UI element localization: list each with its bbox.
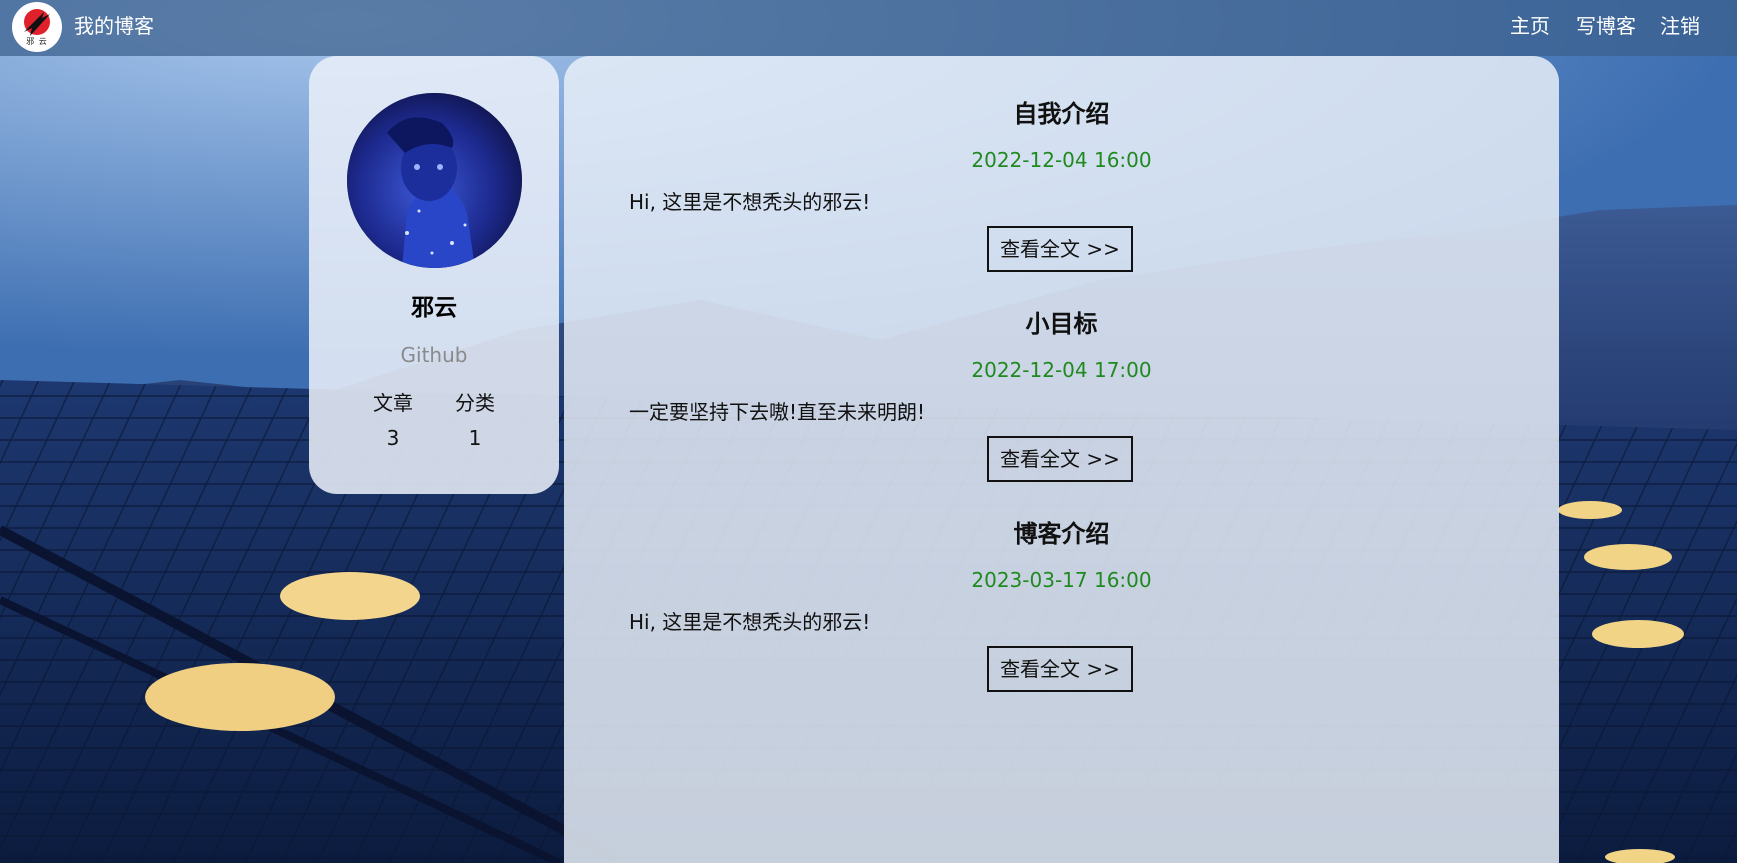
top-nav-bar: 邪 云 我的博客 主页 写博客 注销 (0, 0, 1737, 56)
brand-title: 我的博客 (74, 14, 154, 38)
site-logo[interactable]: 邪 云 (12, 2, 62, 52)
nav-link-home[interactable]: 主页 (1510, 12, 1550, 40)
blog-list-card: 自我介绍 2022-12-04 16:00 Hi, 这里是不想秃头的邪云! 查看… (564, 56, 1559, 863)
avatar-image (347, 93, 522, 268)
blog-post: 博客介绍 2023-03-17 16:00 Hi, 这里是不想秃头的邪云! 查看… (564, 514, 1559, 704)
post-title: 博客介绍 (1013, 520, 1110, 548)
profile-name: 邪云 (411, 295, 457, 321)
nav-link-write-blog[interactable]: 写博客 (1576, 12, 1636, 40)
post-date: 2022-12-04 16:00 (971, 148, 1152, 172)
github-link[interactable]: Github (309, 343, 559, 367)
profile-card: 邪云 Github 文章 分类 3 1 (309, 56, 559, 494)
post-summary: Hi, 这里是不想秃头的邪云! (629, 190, 871, 214)
blog-post: 自我介绍 2022-12-04 16:00 Hi, 这里是不想秃头的邪云! 查看… (564, 94, 1559, 284)
logo-text: 邪 云 (26, 37, 48, 46)
nav-link-logout[interactable]: 注销 (1660, 12, 1700, 40)
post-summary: Hi, 这里是不想秃头的邪云! (629, 610, 871, 634)
post-date: 2023-03-17 16:00 (971, 568, 1152, 592)
post-summary: 一定要坚持下去嗷!直至未来明朗! (629, 400, 926, 424)
read-more-button[interactable]: 查看全文 >> (987, 226, 1133, 272)
read-more-button[interactable]: 查看全文 >> (987, 646, 1133, 692)
stat-value-articles: 3 (386, 426, 400, 450)
avatar (347, 93, 522, 268)
post-title: 小目标 (1025, 310, 1098, 338)
stat-label-categories: 分类 (455, 391, 495, 415)
read-more-button[interactable]: 查看全文 >> (987, 436, 1133, 482)
stat-value-categories: 1 (468, 426, 482, 450)
post-date: 2022-12-04 17:00 (971, 358, 1152, 382)
post-title: 自我介绍 (1013, 100, 1110, 128)
blog-post: 小目标 2022-12-04 17:00 一定要坚持下去嗷!直至未来明朗! 查看… (564, 304, 1559, 494)
stat-label-articles: 文章 (373, 391, 413, 415)
